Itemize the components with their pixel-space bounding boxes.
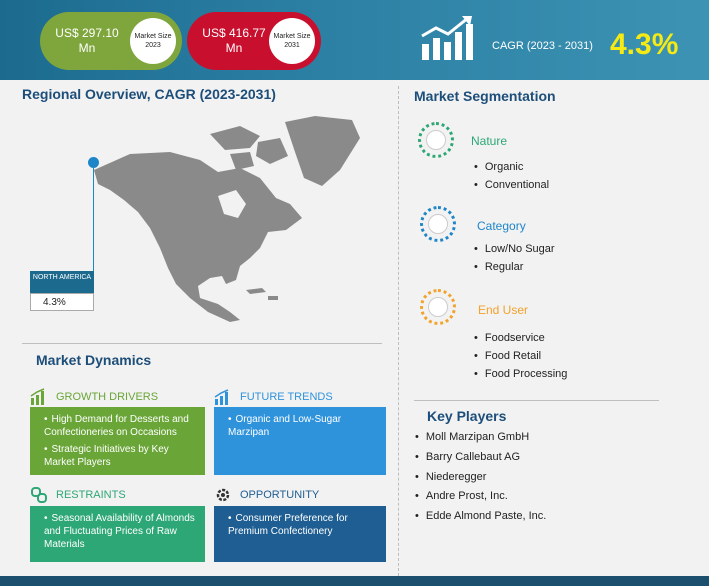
section-divider [414, 400, 659, 401]
market-size-2031-label: Market Size 2031 [269, 18, 315, 64]
market-size-2031-pill: US$ 416.77 Mn Market Size 2031 [187, 12, 321, 70]
opportunity-header: OPPORTUNITY [214, 486, 319, 504]
footer-strip [0, 576, 709, 586]
segment-item: Food Retail [474, 350, 541, 362]
region-connector-line [93, 168, 94, 271]
future-trends-box: Organic and Low-Sugar Marzipan [214, 407, 386, 475]
growth-driver-item: Strategic Initiatives by Key Market Play… [42, 443, 197, 469]
market-size-2031-value: US$ 416.77 Mn [202, 26, 266, 55]
key-player-item: Edde Almond Paste, Inc. [415, 510, 546, 522]
growth-chart-icon [421, 16, 473, 60]
market-dynamics-title: Market Dynamics [36, 352, 152, 368]
cagr-value: 4.3% [610, 28, 679, 61]
opportunity-box: Consumer Preference for Premium Confecti… [214, 506, 386, 562]
market-size-2023-label: Market Size 2023 [130, 18, 176, 64]
growth-bars-icon [30, 388, 45, 405]
north-america-map [94, 116, 360, 322]
restraints-header: RESTRAINTS [30, 486, 126, 504]
market-size-2023-pill: US$ 297.10 Mn Market Size 2023 [40, 12, 182, 70]
segment-end-user-label: End User [478, 303, 529, 317]
nature-icon [418, 122, 454, 158]
segment-item: Foodservice [474, 332, 545, 344]
trend-bars-icon [214, 389, 229, 405]
growth-driver-item: High Demand for Desserts and Confectione… [42, 413, 197, 439]
segment-nature-label: Nature [471, 134, 508, 148]
growth-drivers-box: High Demand for Desserts and Confectione… [30, 407, 205, 475]
column-divider [398, 86, 399, 576]
opportunity-item: Consumer Preference for Premium Confecti… [226, 512, 378, 538]
market-size-2023-value: US$ 297.10 Mn [55, 26, 119, 55]
category-icon [420, 206, 456, 242]
future-trends-label: FUTURE TRENDS [240, 391, 333, 403]
key-player-item: Moll Marzipan GmbH [415, 431, 529, 443]
segment-item: Regular [474, 261, 524, 273]
cagr-label: CAGR (2023 - 2031) [492, 40, 593, 52]
section-divider [22, 343, 382, 344]
restraints-label: RESTRAINTS [56, 489, 126, 501]
region-marker [88, 157, 99, 168]
key-players-title: Key Players [427, 408, 507, 424]
restraint-item: Seasonal Availability of Almonds and Flu… [42, 512, 197, 551]
market-segmentation-title: Market Segmentation [414, 88, 556, 104]
region-cagr-value: 4.3% [30, 293, 94, 311]
region-name-badge: NORTH AMERICA [30, 271, 94, 293]
segment-item: Low/No Sugar [474, 243, 555, 255]
end-user-icon [420, 289, 456, 325]
growth-drivers-label: GROWTH DRIVERS [56, 391, 159, 403]
segment-category-label: Category [477, 219, 526, 233]
header-banner: US$ 297.10 Mn Market Size 2023 US$ 416.7… [0, 0, 709, 80]
future-trend-item: Organic and Low-Sugar Marzipan [226, 413, 378, 439]
opportunity-label: OPPORTUNITY [240, 489, 320, 501]
key-player-item: Andre Prost, Inc. [415, 490, 508, 502]
restraints-box: Seasonal Availability of Almonds and Flu… [30, 506, 205, 562]
regional-overview-title: Regional Overview, CAGR (2023-2031) [22, 86, 276, 102]
segment-item: Conventional [474, 179, 549, 191]
segment-item: Organic [474, 161, 524, 173]
future-trends-header: FUTURE TRENDS [214, 388, 333, 406]
key-player-item: Niederegger [415, 471, 487, 483]
chain-link-icon [31, 487, 47, 503]
gear-icon [216, 488, 230, 502]
segment-item: Food Processing [474, 368, 568, 380]
key-player-item: Barry Callebaut AG [415, 451, 520, 463]
growth-drivers-header: GROWTH DRIVERS [30, 388, 158, 406]
